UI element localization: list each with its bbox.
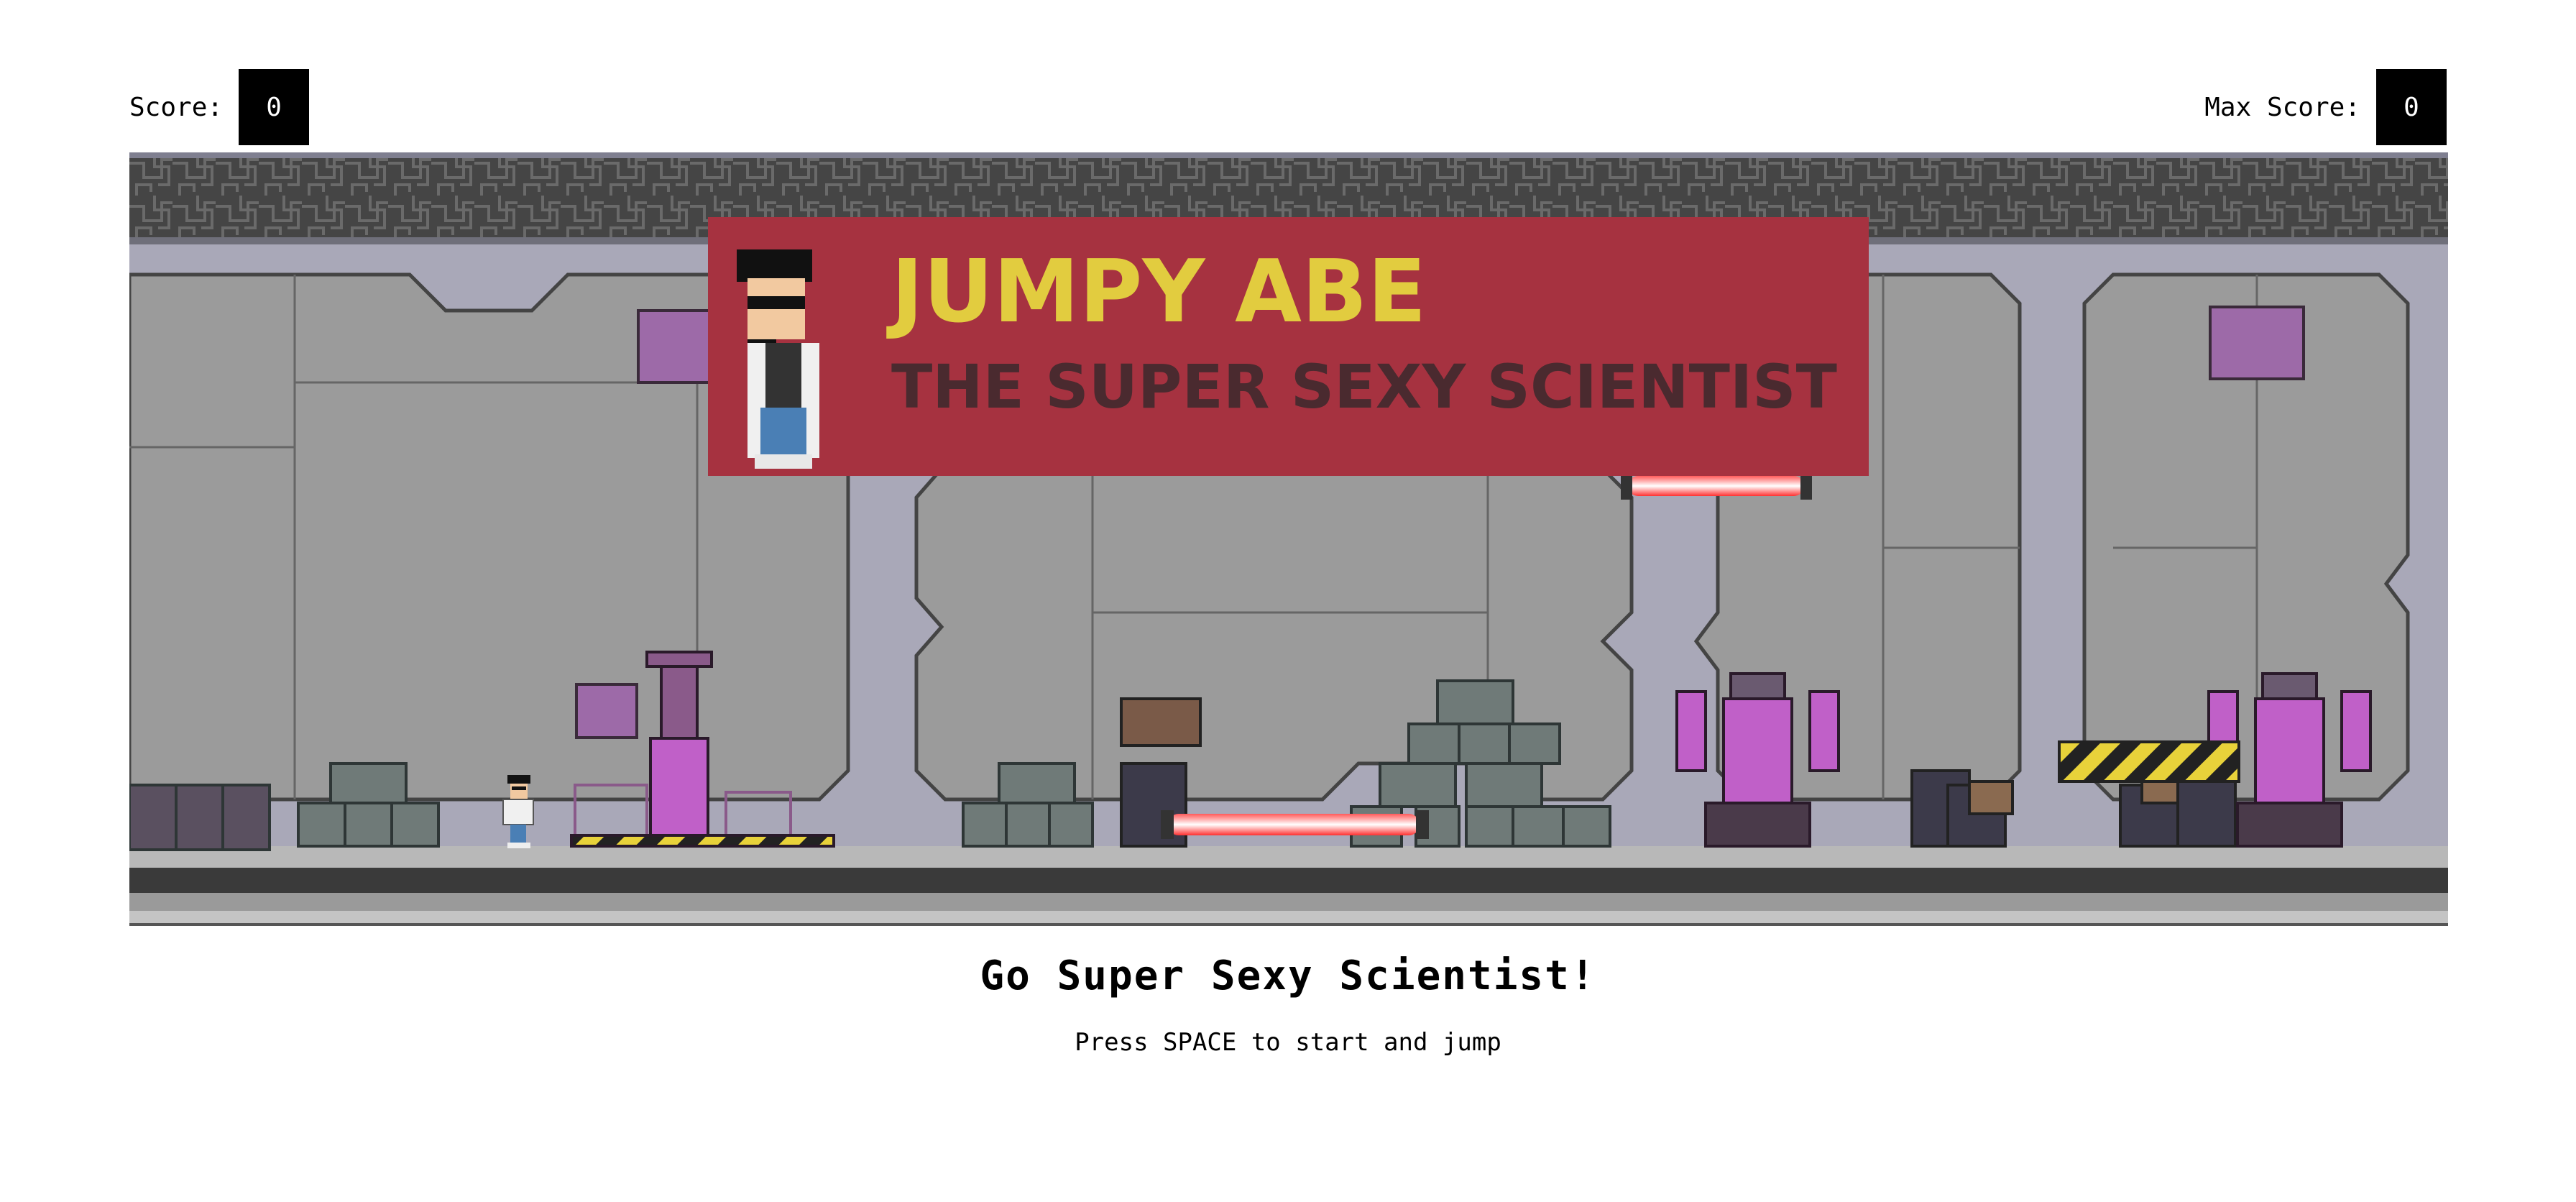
- max-score-display: Max Score: 0: [2204, 69, 2447, 145]
- laser-air: [1621, 472, 1812, 500]
- max-score-label: Max Score:: [2204, 92, 2360, 122]
- game-canvas[interactable]: JUMPY ABE THE SUPER SEXY SCIENTIST: [129, 152, 2448, 926]
- score-label: Score:: [129, 92, 224, 122]
- title-banner: JUMPY ABE THE SUPER SEXY SCIENTIST: [708, 217, 1869, 476]
- instructions-text: Press SPACE to start and jump: [1075, 1028, 1501, 1057]
- score-display: Score: 0: [129, 69, 310, 145]
- hazard-barrier: [2058, 740, 2240, 783]
- headline-text: Go Super Sexy Scientist!: [980, 953, 1596, 999]
- score-value: 0: [239, 69, 310, 145]
- laser-ground: [1161, 810, 1429, 839]
- banner-subtitle: THE SUPER SEXY SCIENTIST: [891, 352, 1837, 422]
- floor: [129, 846, 2448, 926]
- max-score-value: 0: [2376, 69, 2447, 145]
- banner-title: JUMPY ABE: [886, 242, 1426, 342]
